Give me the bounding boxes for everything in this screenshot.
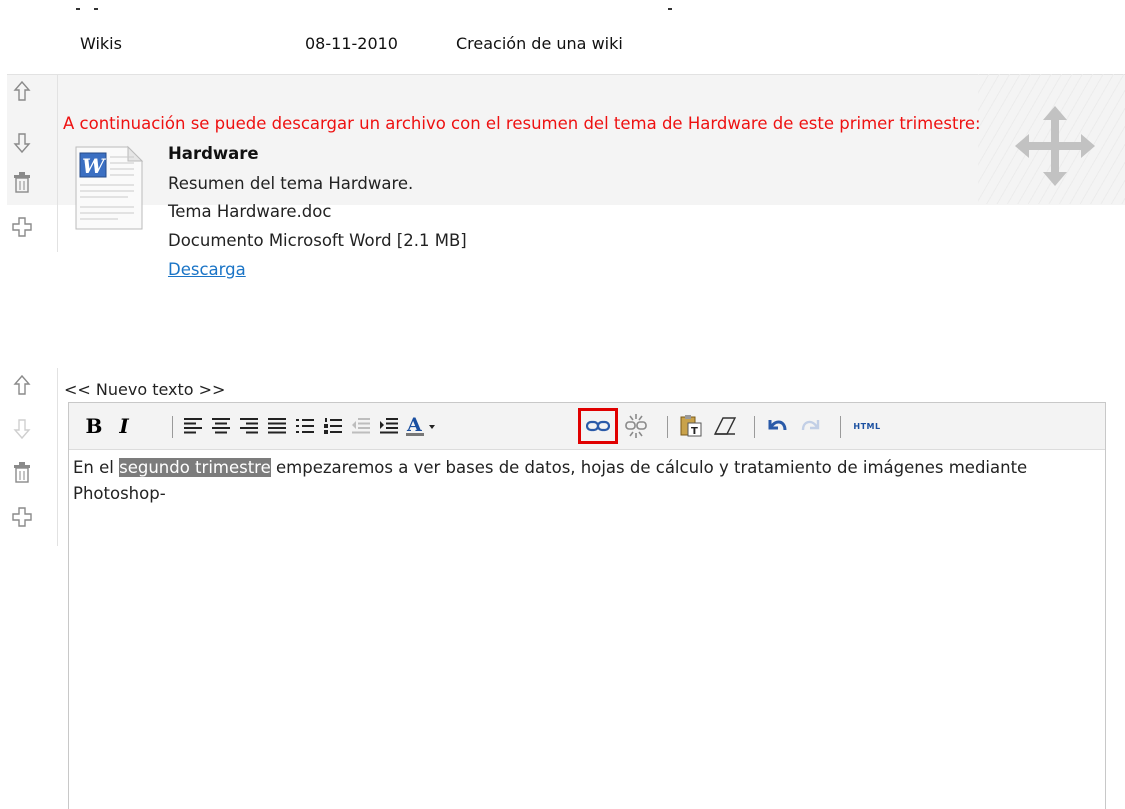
selected-text: segundo trimestre: [119, 458, 271, 477]
align-left-button[interactable]: [181, 413, 205, 439]
content-text: En el: [73, 458, 120, 477]
editor-content[interactable]: En el segundo trimestre empezaremos a ve…: [73, 455, 1097, 507]
file-name: Tema Hardware.doc: [168, 202, 332, 221]
add-block-icon[interactable]: [9, 214, 35, 240]
section-label: Wikis: [80, 34, 122, 53]
italic-button[interactable]: I: [113, 413, 135, 439]
file-title: Hardware: [168, 144, 259, 163]
align-right-icon: [240, 418, 258, 434]
undo-button[interactable]: [763, 413, 791, 439]
svg-text:A: A: [406, 415, 422, 436]
move-up-icon[interactable]: [9, 78, 35, 104]
toolbar-separator: [754, 416, 755, 438]
outdent-button[interactable]: [349, 413, 373, 439]
insert-link-button[interactable]: [578, 408, 618, 444]
toolbar-separator: [840, 416, 841, 438]
indent-icon: [380, 418, 398, 434]
download-link[interactable]: Descarga: [168, 260, 246, 279]
editor-toolbar: B I A T HTML: [69, 403, 1105, 450]
text-color-button[interactable]: A: [405, 413, 439, 439]
trash-icon[interactable]: [9, 460, 35, 486]
block-label: << Nuevo texto >>: [64, 380, 226, 399]
align-center-icon: [212, 418, 230, 434]
link-icon: [586, 420, 610, 432]
paste-text-button[interactable]: T: [677, 413, 705, 439]
block-controls-2: [7, 368, 58, 546]
move-up-icon[interactable]: [9, 372, 35, 398]
entry-description: Creación de una wiki: [456, 34, 623, 53]
numbered-list-button[interactable]: [321, 413, 345, 439]
outdent-icon: [352, 418, 370, 434]
text-color-icon: A: [406, 415, 435, 436]
align-right-button[interactable]: [237, 413, 261, 439]
svg-text:W: W: [82, 154, 107, 178]
align-left-icon: [184, 418, 202, 434]
add-block-icon[interactable]: [9, 504, 35, 530]
clear-format-button[interactable]: [711, 413, 739, 439]
align-center-button[interactable]: [209, 413, 233, 439]
toolbar-separator: [172, 416, 173, 438]
unlink-icon: [625, 414, 647, 438]
bullet-list-icon: [296, 419, 314, 433]
numbered-list-icon: [324, 418, 342, 434]
clipped-row-above: [0, 0, 1125, 14]
unlink-button[interactable]: [622, 413, 650, 439]
block-controls: [7, 74, 58, 252]
svg-text:T: T: [691, 426, 698, 437]
bullet-list-button[interactable]: [293, 413, 317, 439]
entry-date: 08-11-2010: [305, 34, 398, 53]
word-document-icon: W: [68, 145, 144, 231]
toolbar-separator: [667, 416, 668, 438]
file-description: Resumen del tema Hardware.: [168, 174, 414, 193]
trash-icon[interactable]: [9, 170, 35, 196]
drag-area[interactable]: [978, 74, 1125, 204]
redo-icon: [801, 420, 820, 431]
paste-icon: T: [680, 415, 702, 437]
rich-text-editor[interactable]: B I A T HTML En el segundo trimestre emp…: [68, 402, 1106, 809]
undo-icon: [768, 420, 787, 431]
block-message: A continuación se puede descargar un arc…: [63, 114, 981, 133]
file-type: Documento Microsoft Word [2.1 MB]: [168, 231, 467, 250]
move-down-icon[interactable]: [9, 130, 35, 156]
justify-button[interactable]: [265, 413, 289, 439]
indent-button[interactable]: [377, 413, 401, 439]
justify-icon: [268, 418, 286, 434]
move-down-icon[interactable]: [9, 416, 35, 442]
redo-button[interactable]: [797, 413, 825, 439]
bold-button[interactable]: B: [83, 413, 105, 439]
content-block-file: A continuación se puede descargar un arc…: [7, 74, 1125, 252]
eraser-icon: [713, 417, 737, 435]
html-source-button[interactable]: HTML: [847, 413, 887, 439]
move-icon: [1015, 106, 1095, 186]
